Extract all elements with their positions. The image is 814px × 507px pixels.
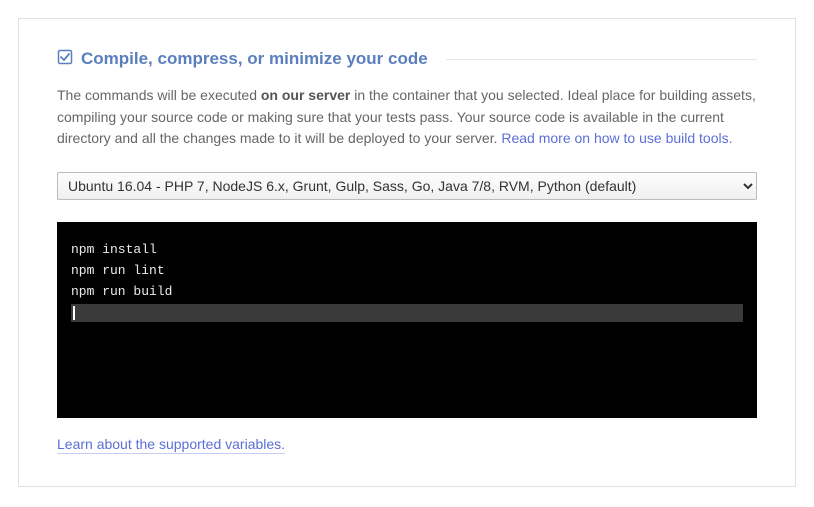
terminal-line: npm install — [71, 240, 743, 261]
commands-terminal[interactable]: npm install npm run lint npm run build — [57, 222, 757, 418]
section-title: Compile, compress, or minimize your code — [81, 49, 428, 69]
section-description: The commands will be executed on our ser… — [57, 85, 757, 150]
description-prefix: The commands will be executed — [57, 87, 261, 103]
build-tools-link[interactable]: Read more on how to use build tools. — [501, 130, 732, 146]
variables-link[interactable]: Learn about the supported variables. — [57, 436, 285, 454]
section-heading-row: Compile, compress, or minimize your code — [57, 49, 757, 69]
terminal-line: npm run lint — [71, 261, 743, 282]
heading-divider — [446, 59, 757, 60]
terminal-cursor — [73, 306, 75, 320]
terminal-cursor-row — [71, 304, 743, 322]
check-icon — [57, 49, 73, 69]
terminal-line: npm run build — [71, 282, 743, 303]
container-select-wrap: Ubuntu 16.04 - PHP 7, NodeJS 6.x, Grunt,… — [57, 172, 757, 200]
description-bold: on our server — [261, 87, 350, 103]
container-select[interactable]: Ubuntu 16.04 - PHP 7, NodeJS 6.x, Grunt,… — [57, 172, 757, 200]
build-step-panel: Compile, compress, or minimize your code… — [18, 18, 796, 487]
